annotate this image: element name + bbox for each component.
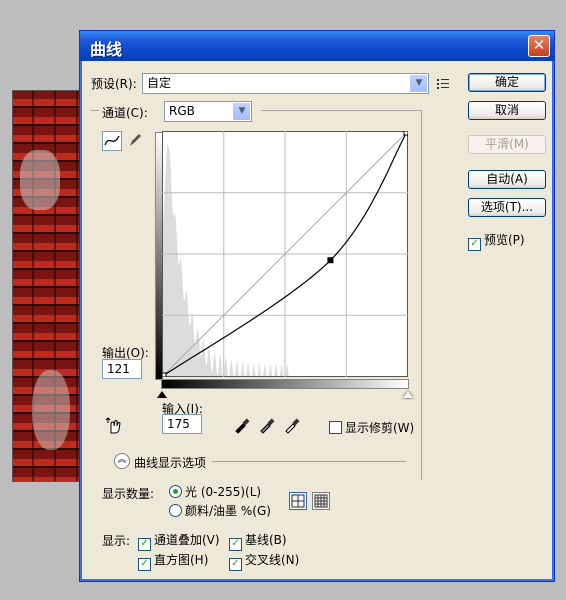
hand-adjust-tool[interactable] bbox=[104, 417, 124, 437]
curve-endpoint bbox=[403, 131, 408, 136]
grid-fine-button[interactable] bbox=[312, 492, 330, 510]
cancel-button[interactable]: 取消 bbox=[468, 101, 546, 120]
section-divider bbox=[212, 461, 406, 462]
ok-button[interactable]: 确定 bbox=[468, 73, 546, 92]
show-label: 显示: bbox=[102, 534, 131, 548]
smooth-button[interactable]: 平滑(M) bbox=[468, 135, 546, 154]
show-clipping-check-box bbox=[329, 421, 342, 434]
options-button[interactable]: 选项(T)... bbox=[468, 198, 546, 217]
preset-select[interactable]: 自定 ▼ bbox=[142, 73, 429, 94]
intersection-check-box: ✓ bbox=[229, 558, 242, 571]
curve-graph[interactable] bbox=[162, 131, 408, 377]
eyedropper-gray-icon bbox=[260, 418, 275, 434]
eyedropper-gray-tool[interactable] bbox=[257, 416, 277, 436]
image-texture-patch bbox=[20, 150, 60, 210]
channel-select[interactable]: RGB ▼ bbox=[164, 101, 252, 122]
output-field[interactable]: 121 bbox=[102, 359, 142, 379]
background-brick-image bbox=[12, 90, 82, 482]
group-border bbox=[421, 110, 422, 480]
group-border bbox=[261, 110, 421, 111]
channel-overlays-checkbox[interactable]: ✓ 通道叠加(V) bbox=[138, 531, 220, 551]
chevron-down-icon: ▼ bbox=[233, 103, 250, 120]
show-clipping-checkbox[interactable]: 显示修剪(W) bbox=[329, 419, 414, 436]
pigment-radio-label: 颜料/油墨 %(G) bbox=[185, 504, 271, 518]
show-clipping-label: 显示修剪(W) bbox=[345, 421, 415, 435]
title-bar[interactable]: 曲线 ✕ bbox=[80, 31, 554, 61]
grid-10x10-icon bbox=[314, 494, 328, 508]
preset-options-icon-glyph bbox=[437, 79, 449, 89]
white-point-slider[interactable] bbox=[403, 391, 413, 398]
light-radio-label: 光 (0-255)(L) bbox=[185, 485, 262, 499]
eyedropper-black-tool[interactable] bbox=[232, 416, 252, 436]
input-field[interactable]: 175 bbox=[162, 414, 202, 434]
grid-coarse-button[interactable] bbox=[289, 492, 307, 510]
curve-edit-tool[interactable] bbox=[102, 131, 122, 151]
collapse-chevron-icon[interactable]: ︽ bbox=[114, 453, 130, 469]
baseline-checkbox[interactable]: ✓ 基线(B) bbox=[229, 531, 287, 551]
preset-options-icon[interactable] bbox=[436, 76, 450, 90]
preset-label: 预设(R): bbox=[91, 77, 137, 91]
curve-endpoint bbox=[162, 372, 167, 377]
dialog-title: 曲线 bbox=[90, 40, 123, 59]
histogram-check-box: ✓ bbox=[138, 558, 151, 571]
curves-dialog: 曲线 ✕ 预设(R): 自定 ▼ 确定 取消 平滑(M) 自动(A) 选项(T)… bbox=[79, 30, 555, 582]
input-gradient-bar bbox=[161, 379, 409, 389]
baseline-check-box: ✓ bbox=[229, 538, 242, 551]
curve-tool-icon bbox=[104, 135, 120, 146]
preview-label: 预览(P) bbox=[484, 233, 525, 247]
channel-overlays-check-box: ✓ bbox=[138, 538, 151, 551]
intersection-label: 交叉线(N) bbox=[245, 553, 300, 567]
image-texture-patch bbox=[32, 370, 70, 450]
baseline-label: 基线(B) bbox=[245, 533, 287, 547]
curve-options-title: 曲线显示选项 bbox=[134, 456, 207, 470]
amount-label: 显示数量: bbox=[102, 487, 155, 501]
grid-4x4-icon bbox=[291, 494, 305, 508]
hand-adjust-icon bbox=[105, 417, 121, 434]
chevron-down-icon: ▼ bbox=[410, 75, 427, 92]
channel-value: RGB bbox=[169, 104, 195, 118]
pigment-radio-dot bbox=[169, 504, 182, 517]
pencil-icon bbox=[130, 134, 141, 146]
pigment-radio[interactable]: 颜料/油墨 %(G) bbox=[169, 502, 271, 519]
channel-overlays-label: 通道叠加(V) bbox=[154, 533, 220, 547]
close-button[interactable]: ✕ bbox=[528, 35, 550, 57]
eyedropper-black-icon bbox=[235, 418, 250, 434]
dialog-body: 预设(R): 自定 ▼ 确定 取消 平滑(M) 自动(A) 选项(T)... ✓… bbox=[84, 61, 550, 577]
preset-value: 自定 bbox=[147, 76, 172, 90]
preview-checkbox[interactable]: ✓ 预览(P) bbox=[468, 231, 525, 251]
histogram-label: 直方图(H) bbox=[154, 553, 209, 567]
selected-control-point bbox=[327, 257, 334, 264]
light-radio-dot bbox=[169, 485, 182, 498]
group-border bbox=[91, 110, 99, 111]
pencil-tool[interactable] bbox=[125, 131, 145, 151]
preview-check-box: ✓ bbox=[468, 238, 481, 251]
intersection-checkbox[interactable]: ✓ 交叉线(N) bbox=[229, 551, 299, 571]
eyedropper-white-icon bbox=[285, 418, 300, 434]
eyedropper-white-tool[interactable] bbox=[282, 416, 302, 436]
channel-label: 通道(C): bbox=[102, 106, 148, 120]
auto-button[interactable]: 自动(A) bbox=[468, 170, 546, 189]
histogram-checkbox[interactable]: ✓ 直方图(H) bbox=[138, 551, 208, 571]
black-point-slider[interactable] bbox=[157, 391, 167, 398]
light-radio[interactable]: 光 (0-255)(L) bbox=[169, 483, 261, 500]
